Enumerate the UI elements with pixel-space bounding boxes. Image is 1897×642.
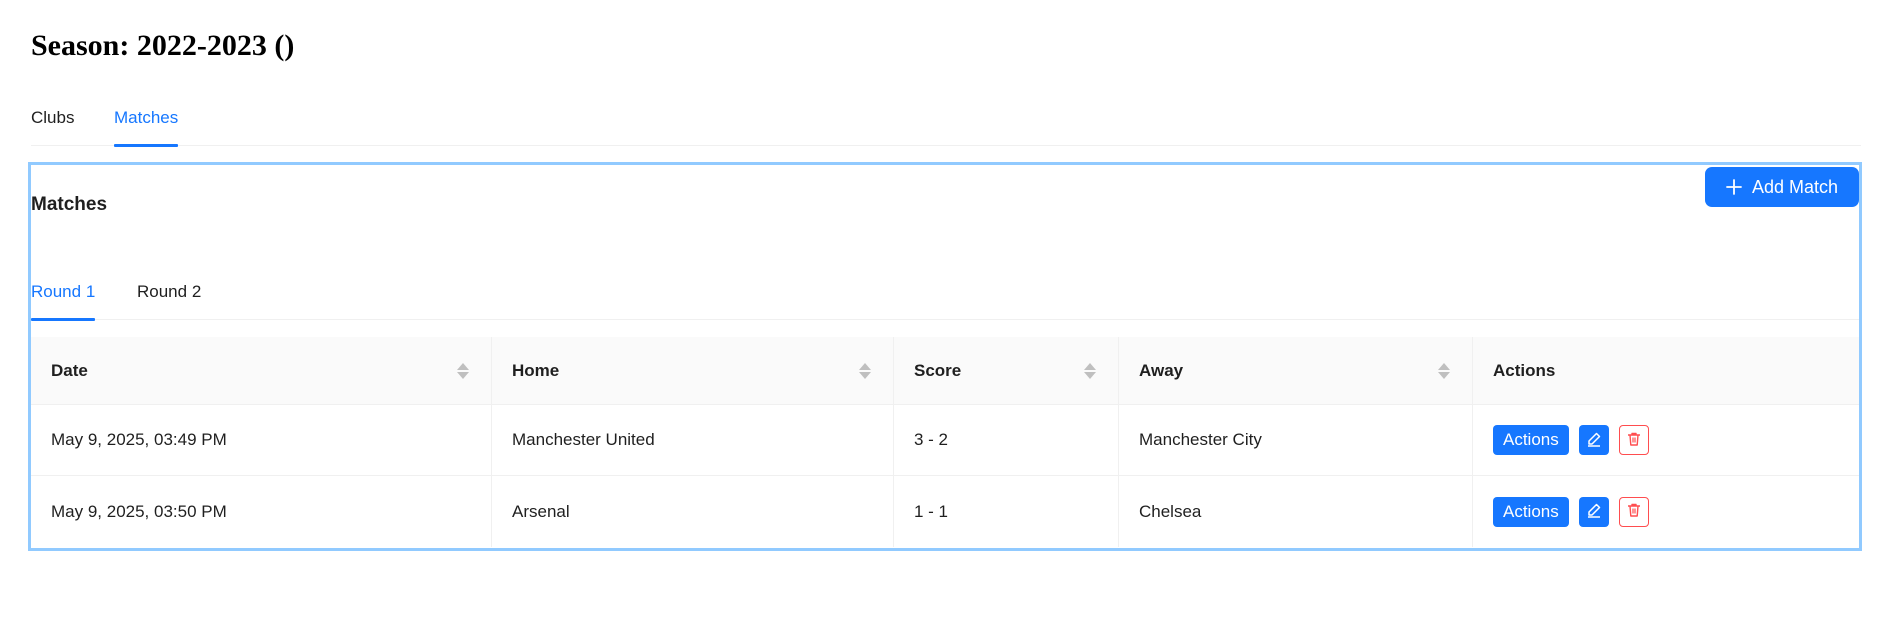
top-tab-bar: Clubs Matches bbox=[31, 98, 1861, 147]
edit-icon bbox=[1586, 502, 1602, 521]
add-match-label: Add Match bbox=[1751, 176, 1839, 197]
column-header-home[interactable]: Home bbox=[492, 337, 894, 405]
cell-away: Manchester City bbox=[1119, 405, 1473, 476]
trash-icon bbox=[1626, 502, 1642, 521]
cell-actions: Actions bbox=[1473, 405, 1859, 476]
table-row: May 9, 2025, 03:50 PM Arsenal 1 - 1 Chel… bbox=[31, 476, 1859, 547]
delete-button[interactable] bbox=[1618, 425, 1649, 455]
column-header-away[interactable]: Away bbox=[1119, 337, 1473, 405]
sort-icon[interactable] bbox=[1438, 361, 1450, 381]
page: Season: 2022-2023 () Clubs Matches Match… bbox=[0, 0, 1897, 642]
column-label: Score bbox=[914, 360, 962, 380]
cell-date: May 9, 2025, 03:50 PM bbox=[31, 476, 492, 547]
edit-icon bbox=[1586, 431, 1602, 450]
actions-button[interactable]: Actions bbox=[1493, 496, 1569, 527]
plus-icon bbox=[1726, 179, 1742, 195]
cell-score: 3 - 2 bbox=[894, 405, 1119, 476]
column-label: Date bbox=[51, 360, 88, 380]
tab-matches[interactable]: Matches bbox=[114, 98, 179, 147]
trash-icon bbox=[1626, 431, 1642, 450]
table-row: May 9, 2025, 03:49 PM Manchester United … bbox=[31, 405, 1859, 476]
column-label: Away bbox=[1139, 360, 1184, 380]
tab-clubs[interactable]: Clubs bbox=[31, 98, 74, 146]
actions-button[interactable]: Actions bbox=[1493, 425, 1569, 455]
column-header-score[interactable]: Score bbox=[894, 337, 1119, 405]
round-tab-bar: Round 1 Round 2 bbox=[31, 272, 1859, 321]
sort-icon[interactable] bbox=[859, 361, 871, 381]
edit-button[interactable] bbox=[1578, 425, 1609, 455]
column-label: Actions bbox=[1493, 360, 1556, 380]
cell-score: 1 - 1 bbox=[894, 476, 1119, 547]
cell-home: Arsenal bbox=[492, 476, 894, 547]
table-header-row: Date Home Score Away Actions bbox=[31, 337, 1859, 405]
cell-actions: Actions bbox=[1473, 476, 1859, 547]
panel-title: Matches bbox=[31, 194, 108, 215]
cell-away: Chelsea bbox=[1119, 476, 1473, 547]
tab-round-1[interactable]: Round 1 bbox=[31, 272, 96, 321]
matches-panel: Matches Add Match Round 1 Round 2 Date H… bbox=[28, 162, 1862, 551]
delete-button[interactable] bbox=[1618, 496, 1649, 527]
cell-home: Manchester United bbox=[492, 405, 894, 476]
sort-icon[interactable] bbox=[457, 361, 469, 381]
column-label: Home bbox=[512, 360, 560, 380]
add-match-button[interactable]: Add Match bbox=[1705, 167, 1859, 207]
edit-button[interactable] bbox=[1578, 496, 1609, 527]
tab-round-2[interactable]: Round 2 bbox=[137, 272, 201, 320]
sort-icon[interactable] bbox=[1084, 361, 1096, 381]
column-header-actions: Actions bbox=[1473, 337, 1859, 405]
cell-date: May 9, 2025, 03:49 PM bbox=[31, 405, 492, 476]
column-header-date[interactable]: Date bbox=[31, 337, 492, 405]
matches-table: Date Home Score Away Actions May 9, 2025… bbox=[31, 337, 1859, 547]
page-title: Season: 2022-2023 () bbox=[31, 29, 295, 62]
